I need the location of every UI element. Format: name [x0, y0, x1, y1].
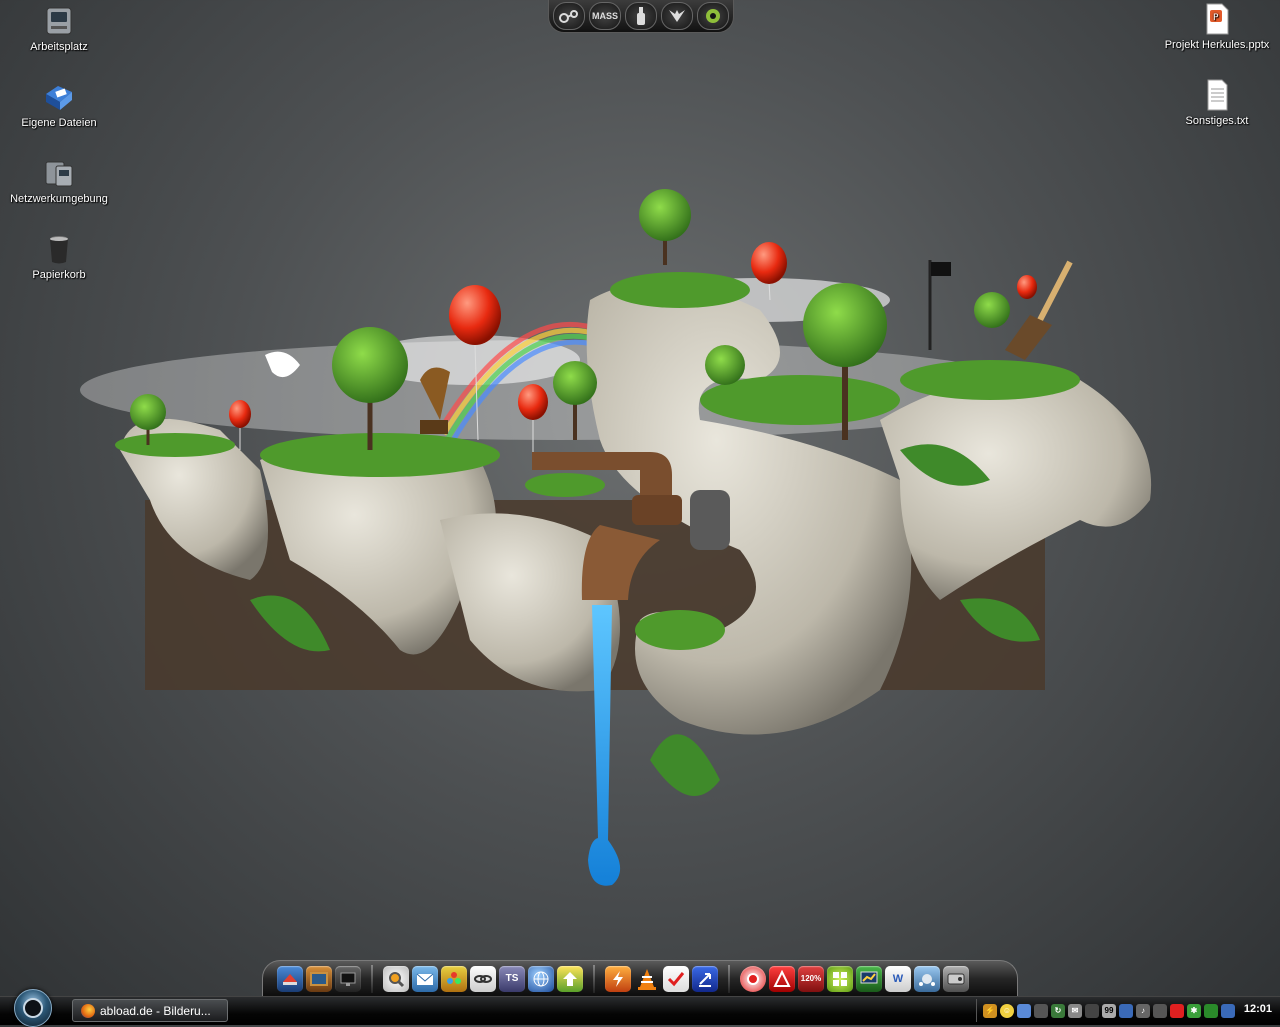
start-button[interactable]	[14, 989, 52, 1027]
network-icon	[42, 156, 76, 190]
tray-counter-icon[interactable]: 99	[1102, 1003, 1116, 1018]
tray-volume-icon[interactable]: ♪	[1136, 1003, 1150, 1018]
tray-messenger-icon[interactable]	[1034, 1003, 1048, 1018]
bottle-icon[interactable]	[625, 2, 657, 30]
svg-text:P: P	[1213, 13, 1219, 23]
wings-icon[interactable]	[661, 2, 693, 30]
checklist-icon[interactable]	[663, 965, 689, 992]
desktop-icon-netzwerkumgebung[interactable]: Netzwerkumgebung	[4, 156, 114, 205]
flower-icon[interactable]	[441, 965, 467, 992]
desktop-icon-label: Arbeitsplatz	[30, 41, 88, 53]
chart-display-icon[interactable]	[856, 965, 882, 992]
tray-nvidia-icon[interactable]	[1204, 1003, 1218, 1018]
tray-display-icon[interactable]	[1221, 1003, 1235, 1018]
red-circle-icon[interactable]	[740, 965, 766, 992]
desktop-icon-label: Sonstiges.txt	[1185, 115, 1249, 127]
word-icon[interactable]: W	[885, 965, 911, 992]
dock-group-system	[277, 965, 361, 992]
dock-separator	[593, 964, 595, 993]
tray-antivirus-icon[interactable]	[1170, 1003, 1184, 1018]
globe-icon[interactable]	[528, 965, 554, 992]
dock-separator	[371, 964, 373, 993]
taskbar-window-title: abload.de - Bilderu...	[100, 1003, 211, 1018]
tray-wifi-icon[interactable]	[1153, 1003, 1167, 1018]
documents-folder-icon	[42, 80, 76, 114]
desktop-icon-papierkorb[interactable]: Papierkorb	[4, 232, 114, 281]
magnifier-icon[interactable]	[383, 965, 409, 992]
taskbar: abload.de - Bilderu... ⚡ ☺ ↻ ✉ 99 ♪ ✱ 12…	[0, 989, 1280, 1027]
system-tray: ⚡ ☺ ↻ ✉ 99 ♪ ✱ 12:01	[976, 999, 1280, 1022]
picture-frame-icon[interactable]	[306, 965, 332, 992]
spore-icon[interactable]	[697, 2, 729, 30]
tray-mail-icon[interactable]: ✉	[1068, 1003, 1082, 1018]
top-dock: MASS	[548, 0, 734, 33]
desktop-icon-label: Projekt Herkules.pptx	[1164, 39, 1270, 51]
disk-icon[interactable]	[943, 965, 969, 992]
steam-icon[interactable]	[553, 2, 585, 30]
transfer-icon[interactable]	[692, 965, 718, 992]
computer-icon	[42, 4, 76, 38]
tray-settings-icon[interactable]: ✱	[1187, 1003, 1201, 1018]
desktop-icon-projekt-herkules[interactable]: P Projekt Herkules.pptx	[1162, 2, 1272, 51]
monitor-icon[interactable]	[335, 965, 361, 992]
dock-group-apps: TS	[383, 965, 583, 992]
bottom-dock: TS 120% W	[262, 960, 1018, 996]
text-file-icon	[1200, 78, 1234, 112]
tray-app-icon[interactable]	[1017, 1003, 1031, 1018]
desktop-icon-label: Netzwerkumgebung	[10, 193, 108, 205]
dock-group-utilities: 120% W	[740, 965, 969, 992]
acrobat-icon[interactable]	[769, 965, 795, 992]
lightning-icon[interactable]	[605, 965, 631, 992]
display-icon[interactable]: 120%	[798, 965, 824, 992]
desktop-icon-sonstiges[interactable]: Sonstiges.txt	[1162, 78, 1272, 127]
desktop-icon-label: Eigene Dateien	[21, 117, 97, 129]
app-icon-1[interactable]	[277, 965, 303, 992]
network-share-icon[interactable]	[914, 965, 940, 992]
start-orb-icon	[23, 998, 43, 1018]
recycle-bin-icon	[42, 232, 76, 266]
desktop-icon-label: Papierkorb	[32, 269, 86, 281]
tray-printer-icon[interactable]	[1085, 1003, 1099, 1018]
ts-icon[interactable]: TS	[499, 965, 525, 992]
tray-smiley-icon[interactable]: ☺	[1000, 1003, 1014, 1018]
desktop-wallpaper	[80, 189, 1152, 886]
tray-sync-icon[interactable]: ↻	[1051, 1003, 1065, 1018]
firefox-icon	[81, 1003, 95, 1018]
tray-network-icon[interactable]	[1119, 1003, 1133, 1018]
yellow-arrow-icon[interactable]	[557, 965, 583, 992]
desktop-icon-arbeitsplatz[interactable]: Arbeitsplatz	[4, 4, 114, 53]
dock-group-tools	[605, 965, 718, 992]
powerpoint-file-icon: P	[1200, 2, 1234, 36]
tray-lightning-icon[interactable]: ⚡	[983, 1003, 997, 1018]
mosaic-icon[interactable]	[827, 965, 853, 992]
vlc-cone-icon[interactable]	[634, 966, 660, 992]
mail-icon[interactable]	[412, 965, 438, 992]
taskbar-window-button[interactable]: abload.de - Bilderu...	[72, 999, 228, 1022]
mass-effect-icon[interactable]: MASS	[589, 2, 621, 30]
dock-separator	[728, 964, 730, 993]
desktop-icon-eigene-dateien[interactable]: Eigene Dateien	[4, 80, 114, 129]
taskbar-clock[interactable]: 12:01	[1244, 1003, 1272, 1015]
link-icon[interactable]	[470, 965, 496, 992]
